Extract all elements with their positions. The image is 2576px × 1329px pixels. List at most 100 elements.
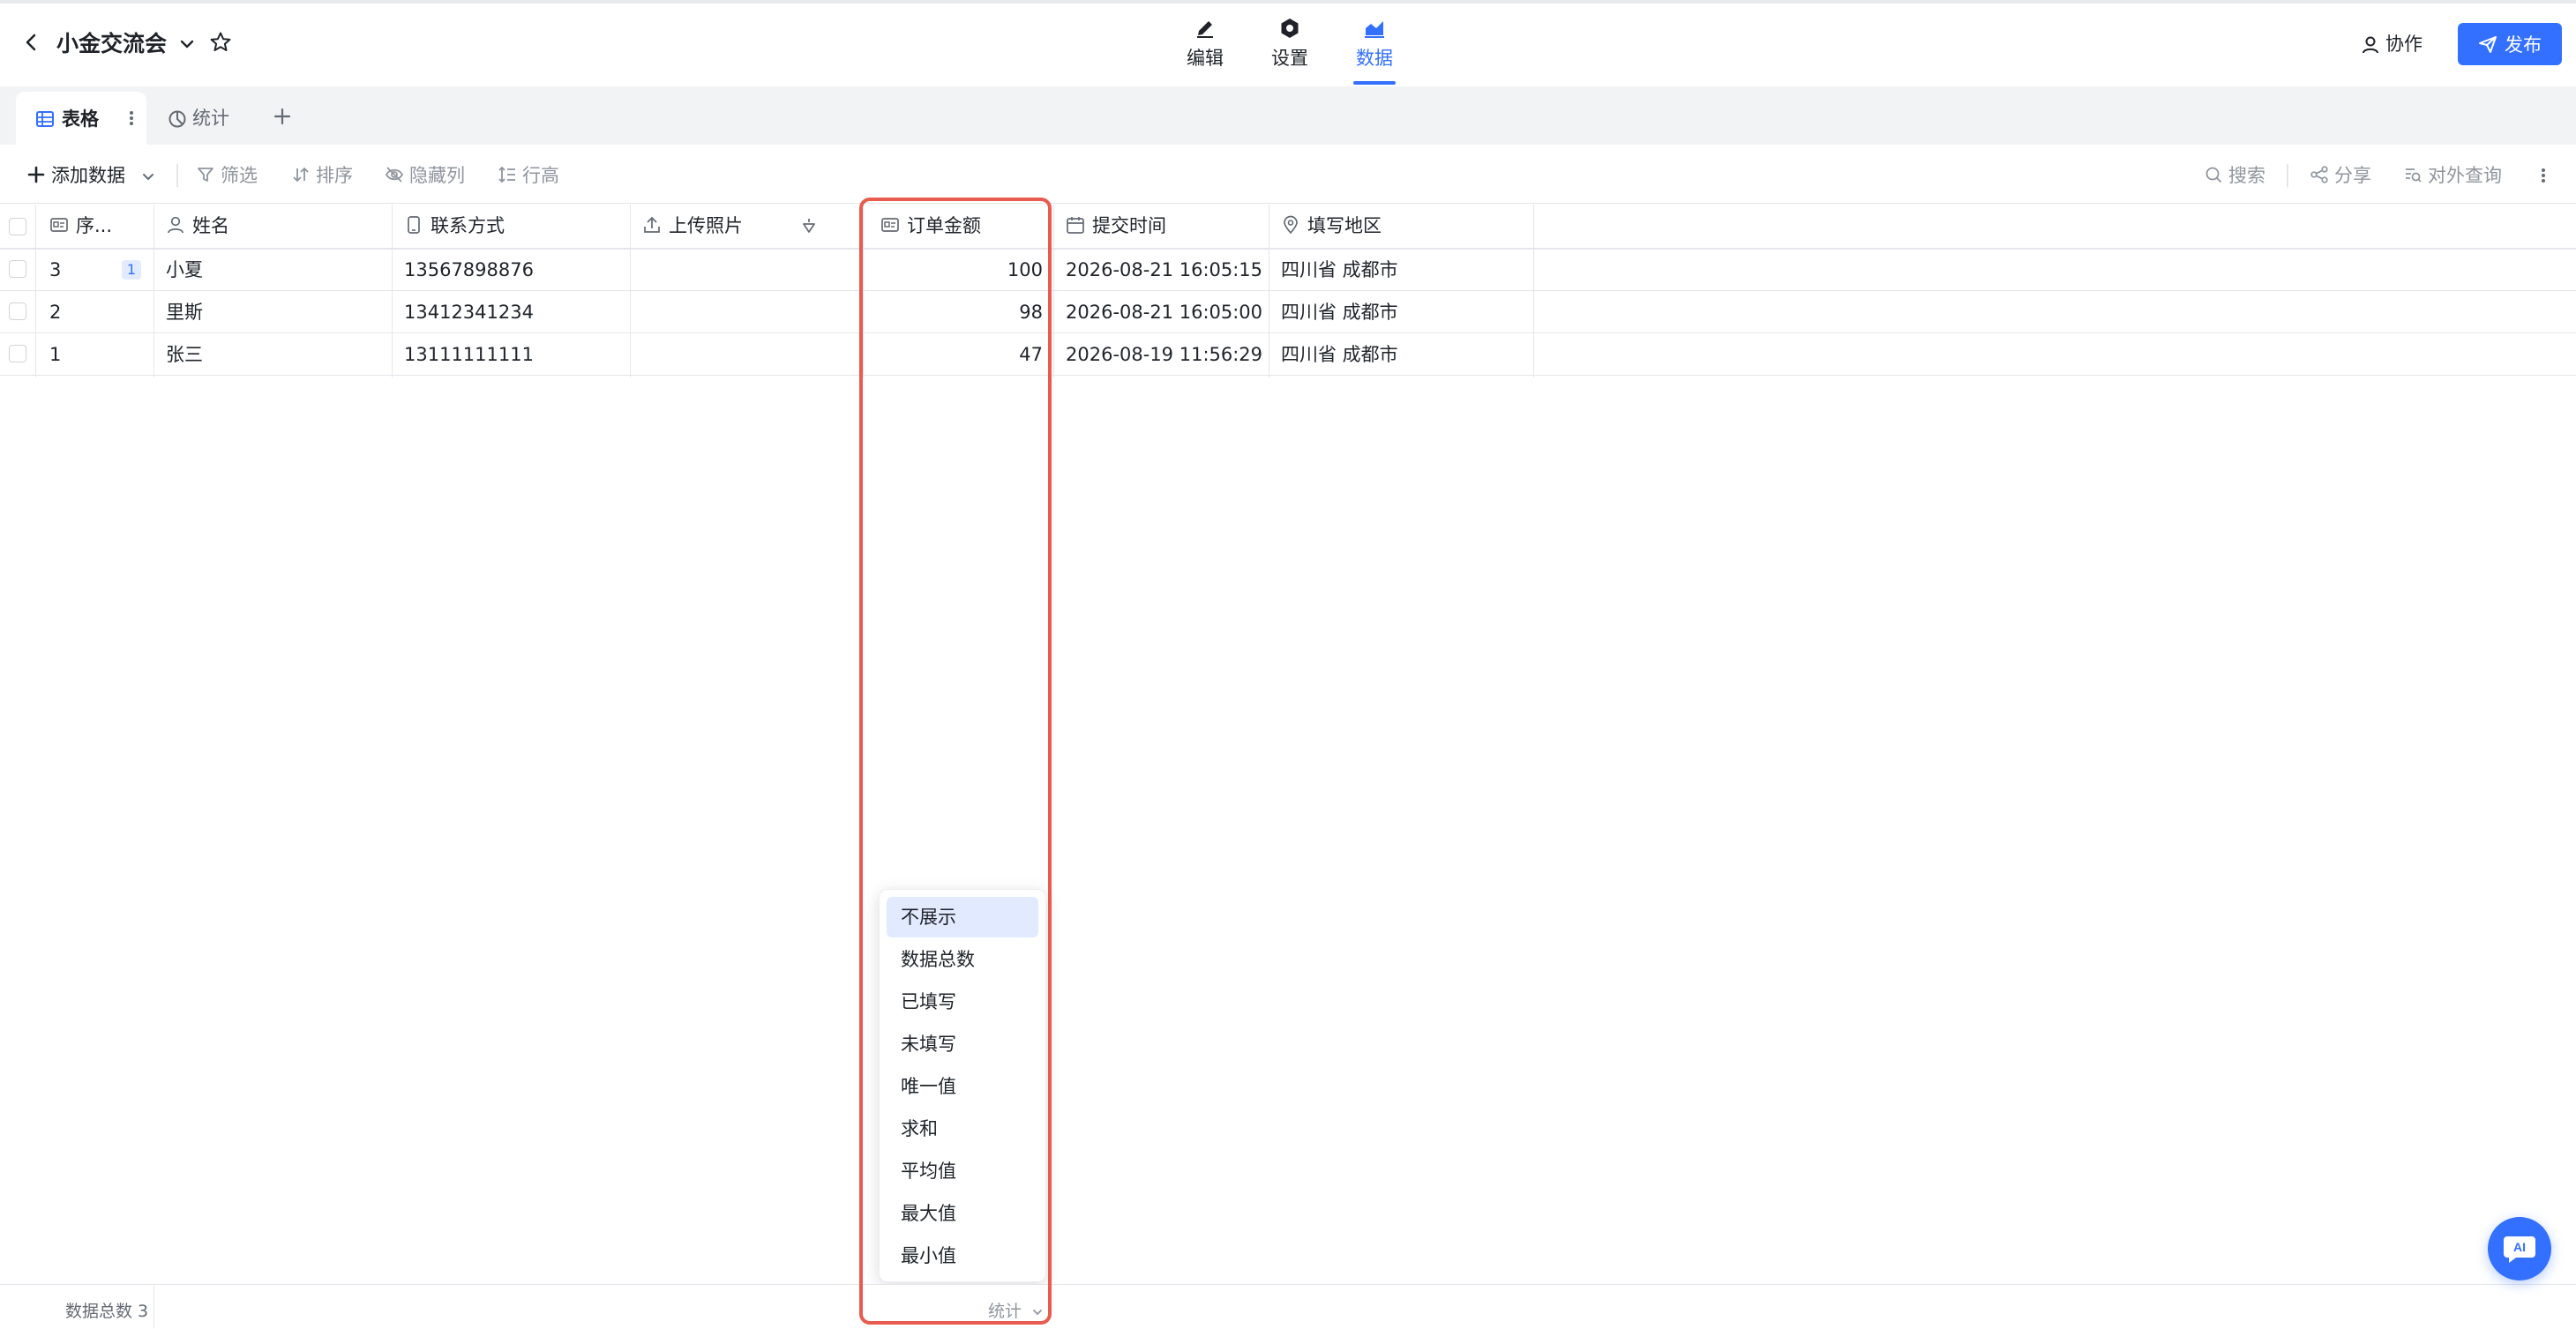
column-header-seq[interactable]: 序... xyxy=(49,205,152,247)
cell-seq: 1 xyxy=(49,344,62,365)
toolbar-divider xyxy=(176,164,178,187)
user-icon xyxy=(2361,35,2380,55)
phone-icon xyxy=(404,215,423,235)
star-icon[interactable] xyxy=(208,30,233,55)
tab-statistics-label: 统计 xyxy=(192,108,229,129)
cell-seq: 3 xyxy=(49,259,62,280)
publish-button[interactable]: 发布 xyxy=(2458,23,2562,65)
collaborate-button[interactable]: 协作 xyxy=(2361,30,2422,56)
nav-settings-label: 设置 xyxy=(1271,48,1308,69)
tab-table-label: 表格 xyxy=(62,108,99,130)
add-tab-icon[interactable] xyxy=(270,104,295,129)
column-header-label: 联系方式 xyxy=(431,215,505,236)
sort-button[interactable]: 排序 xyxy=(291,163,353,188)
column-highlight-annotation xyxy=(859,198,1052,1325)
settings-icon xyxy=(1277,16,1302,41)
column-header-name[interactable]: 姓名 xyxy=(166,205,386,247)
external-query-button[interactable]: 对外查询 xyxy=(2403,163,2502,188)
edit-icon xyxy=(1193,16,1217,41)
cell-phone[interactable]: 13412341234 xyxy=(404,291,625,333)
comment-count-badge[interactable]: 1 xyxy=(122,260,141,280)
column-header-label: 提交时间 xyxy=(1092,215,1166,236)
row-checkbox[interactable] xyxy=(9,260,26,278)
cell-region[interactable]: 四川省 成都市 xyxy=(1281,291,1528,333)
tab-statistics[interactable]: 统计 xyxy=(168,104,229,131)
publish-label: 发布 xyxy=(2505,34,2542,56)
row-checkbox[interactable] xyxy=(9,302,26,320)
column-header-label: 序... xyxy=(76,215,113,236)
column-header-photo[interactable]: 上传照片 xyxy=(642,205,819,247)
column-divider xyxy=(630,205,631,377)
form-title[interactable]: 小金交流会 xyxy=(56,26,167,58)
column-header-time[interactable]: 提交时间 xyxy=(1066,205,1263,247)
cell-time[interactable]: 2026-08-19 11:56:29 xyxy=(1066,333,1267,376)
cell-name[interactable]: 小夏 xyxy=(166,249,386,291)
external-query-label: 对外查询 xyxy=(2428,165,2502,186)
cell-region[interactable]: 四川省 成都市 xyxy=(1281,249,1528,291)
nav-data[interactable]: 数据 xyxy=(1339,16,1410,78)
select-all-checkbox[interactable] xyxy=(9,218,26,235)
cell-seq: 2 xyxy=(49,302,62,323)
sort-label: 排序 xyxy=(316,165,353,186)
sort-icon xyxy=(291,165,311,184)
column-options-icon[interactable] xyxy=(799,216,819,235)
id-card-icon xyxy=(49,215,69,235)
column-header-label: 姓名 xyxy=(192,215,229,236)
column-header-region[interactable]: 填写地区 xyxy=(1281,205,1528,247)
upload-icon xyxy=(642,215,662,235)
chevron-down-icon xyxy=(140,168,156,184)
ai-assistant-button[interactable]: AI xyxy=(2488,1217,2551,1280)
nav-settings[interactable]: 设置 xyxy=(1254,16,1325,78)
cell-phone[interactable]: 13567898876 xyxy=(404,249,625,291)
filter-label: 筛选 xyxy=(221,165,258,186)
share-button[interactable]: 分享 xyxy=(2310,163,2371,188)
row-height-label: 行高 xyxy=(522,165,559,186)
send-icon xyxy=(2478,34,2497,54)
cell-photo[interactable] xyxy=(642,333,854,376)
row-checkbox[interactable] xyxy=(9,345,26,362)
chart-icon xyxy=(1362,16,1387,41)
location-icon xyxy=(1281,215,1300,235)
search-label: 搜索 xyxy=(2228,165,2265,186)
filter-button[interactable]: 筛选 xyxy=(196,163,258,188)
cell-time[interactable]: 2026-08-21 16:05:15 xyxy=(1066,249,1267,291)
share-icon xyxy=(2310,165,2329,184)
column-header-label: 填写地区 xyxy=(1307,215,1382,236)
row-height-button[interactable]: 行高 xyxy=(498,163,559,188)
column-header-phone[interactable]: 联系方式 xyxy=(404,205,625,247)
hide-columns-button[interactable]: 隐藏列 xyxy=(385,163,465,188)
view-tab-bar xyxy=(0,86,2576,145)
user-icon xyxy=(166,215,185,235)
search-button[interactable]: 搜索 xyxy=(2204,163,2265,188)
more-vertical-icon[interactable] xyxy=(2537,164,2550,187)
table-footer xyxy=(0,1284,2576,1329)
pie-chart-icon xyxy=(168,109,187,129)
cell-photo[interactable] xyxy=(642,249,854,291)
cell-time[interactable]: 2026-08-21 16:05:00 xyxy=(1066,291,1267,333)
toolbar-divider xyxy=(2287,164,2288,187)
column-header-label: 上传照片 xyxy=(669,215,743,236)
nav-edit-label: 编辑 xyxy=(1187,48,1224,69)
tab-table[interactable]: 表格 xyxy=(16,92,146,145)
eye-off-icon xyxy=(385,165,404,184)
hide-columns-label: 隐藏列 xyxy=(409,165,465,186)
cell-region[interactable]: 四川省 成都市 xyxy=(1281,333,1528,376)
cell-name[interactable]: 里斯 xyxy=(166,291,386,333)
row-height-icon xyxy=(498,165,517,184)
column-divider xyxy=(1053,205,1054,377)
nav-edit[interactable]: 编辑 xyxy=(1170,16,1240,78)
cell-photo[interactable] xyxy=(642,291,854,333)
ai-label: AI xyxy=(2513,1240,2526,1254)
more-vertical-icon[interactable] xyxy=(125,108,138,129)
calendar-icon xyxy=(1066,215,1085,235)
add-data-label: 添加数据 xyxy=(51,165,125,186)
chevron-down-icon[interactable] xyxy=(176,34,198,55)
back-arrow-icon[interactable] xyxy=(19,30,44,55)
nav-data-label: 数据 xyxy=(1356,48,1393,69)
cell-phone[interactable]: 13111111111 xyxy=(404,333,625,376)
record-count-label: 数据总数 3 xyxy=(65,1302,149,1321)
cell-name[interactable]: 张三 xyxy=(166,333,386,376)
active-nav-indicator xyxy=(1353,81,1396,85)
column-divider xyxy=(1533,205,1534,377)
add-data-button[interactable]: 添加数据 xyxy=(26,163,156,188)
